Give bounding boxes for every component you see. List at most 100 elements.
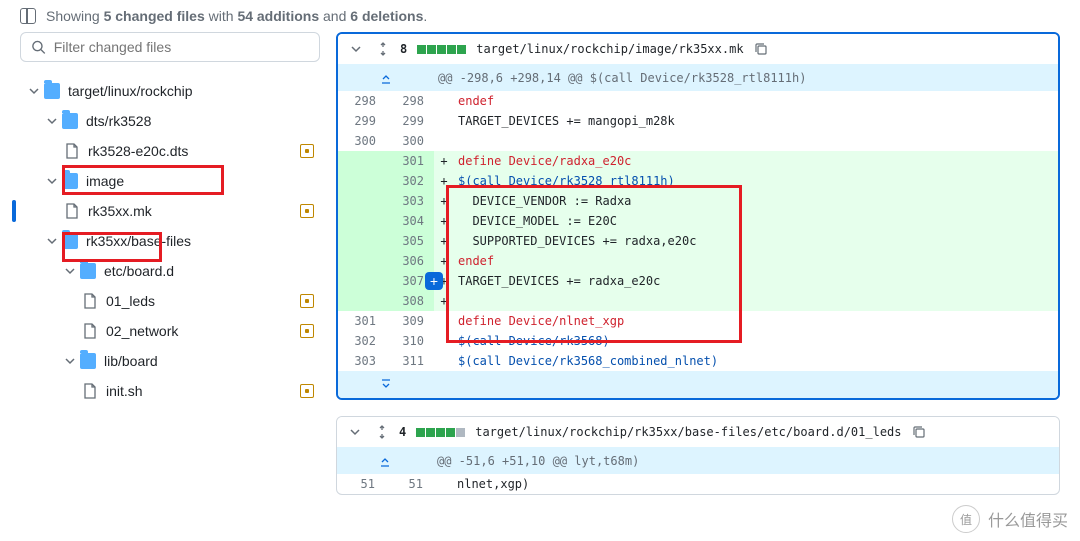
search-input[interactable]	[54, 39, 309, 55]
code-content: DEVICE_MODEL := E20C	[454, 211, 1058, 231]
modified-badge	[300, 324, 314, 338]
line-num-new: 300	[386, 131, 434, 151]
filter-search[interactable]	[20, 32, 320, 62]
code-content: define Device/radxa_e20c	[454, 151, 1058, 171]
tree-file[interactable]: init.sh	[20, 376, 320, 406]
copy-icon[interactable]	[754, 42, 768, 56]
expand-up-icon	[378, 454, 392, 468]
summary-text: Showing 5 changed files with 54 addition…	[46, 8, 427, 24]
expand-up-icon	[379, 71, 393, 85]
tree-file[interactable]: 02_network	[20, 316, 320, 346]
diff-header[interactable]: 4 target/linux/rockchip/rk35xx/base-file…	[337, 417, 1059, 447]
diff-line[interactable]: 308+	[338, 291, 1058, 311]
diff-marker	[434, 111, 454, 131]
hunk-expand[interactable]: @@ -51,6 +51,10 @@ lyt,t68m)	[337, 447, 1059, 474]
modified-badge	[300, 144, 314, 158]
line-num-new: 308	[386, 291, 434, 311]
code-content	[454, 291, 1058, 311]
line-num-new: 311	[386, 351, 434, 371]
line-num-new: 305	[386, 231, 434, 251]
tree-folder[interactable]: dts/rk3528	[20, 106, 320, 136]
diff-line[interactable]: 303+ DEVICE_VENDOR := Radxa	[338, 191, 1058, 211]
code-content: $(call Device/rk3568)	[454, 331, 1058, 351]
diff-marker: +	[434, 151, 454, 171]
diff-line[interactable]: 301+define Device/radxa_e20c	[338, 151, 1058, 171]
tree-file[interactable]: 01_leds	[20, 286, 320, 316]
line-num-old	[338, 291, 386, 311]
diff-marker	[434, 331, 454, 351]
file-icon	[82, 383, 98, 399]
diff-line[interactable]: 303311 $(call Device/rk3568_combined_nln…	[338, 351, 1058, 371]
code-content: endef	[454, 91, 1058, 111]
expand-icon[interactable]	[375, 425, 389, 439]
diff-line[interactable]: 299299 TARGET_DEVICES += mangopi_m28k	[338, 111, 1058, 131]
diff-marker: +	[434, 251, 454, 271]
diff-line[interactable]: 305+ SUPPORTED_DEVICES += radxa,e20c	[338, 231, 1058, 251]
folder-icon	[62, 113, 78, 129]
hunk-expand[interactable]	[338, 371, 1058, 398]
diff-marker	[434, 91, 454, 111]
diff-header[interactable]: 8 target/linux/rockchip/image/rk35xx.mk	[338, 34, 1058, 64]
diff-line[interactable]: 298298 endef	[338, 91, 1058, 111]
diff-line[interactable]: 301309 define Device/nlnet_xgp	[338, 311, 1058, 331]
line-num-old	[338, 231, 386, 251]
line-num-new: 301	[386, 151, 434, 171]
line-num-new: 306	[386, 251, 434, 271]
line-num-old	[338, 191, 386, 211]
line-num-new: 298	[386, 91, 434, 111]
file-path[interactable]: target/linux/rockchip/image/rk35xx.mk	[476, 42, 743, 56]
hunk-expand[interactable]: @@ -298,6 +298,14 @@ $(call Device/rk352…	[338, 64, 1058, 91]
file-icon	[64, 203, 80, 219]
tree-folder[interactable]: target/linux/rockchip	[20, 76, 320, 106]
line-num-new: 299	[386, 111, 434, 131]
line-num-new: 310	[386, 331, 434, 351]
line-num-new: 309	[386, 311, 434, 331]
code-content: DEVICE_VENDOR := Radxa	[454, 191, 1058, 211]
diff-main: 8 target/linux/rockchip/image/rk35xx.mk …	[336, 32, 1060, 528]
tree-folder[interactable]: rk35xx/base-files	[20, 226, 320, 256]
search-icon	[31, 39, 46, 55]
chevron-down-icon	[28, 85, 40, 97]
code-content: $(call Device/rk3528_rtl8111h)	[454, 171, 1058, 191]
line-num-old: 299	[338, 111, 386, 131]
diff-line[interactable]: 302+$(call Device/rk3528_rtl8111h)	[338, 171, 1058, 191]
file-path[interactable]: target/linux/rockchip/rk35xx/base-files/…	[475, 425, 901, 439]
tree-folder[interactable]: image	[20, 166, 320, 196]
diff-line[interactable]: 5151 nlnet,xgp)	[337, 474, 1059, 494]
copy-icon[interactable]	[912, 425, 926, 439]
diff-marker	[433, 474, 453, 494]
diff-line[interactable]: 304+ DEVICE_MODEL := E20C	[338, 211, 1058, 231]
diff-line[interactable]: 307+TARGET_DEVICES += radxa_e20c	[338, 271, 1058, 291]
diff-line[interactable]: 306+endef	[338, 251, 1058, 271]
line-num-old: 301	[338, 311, 386, 331]
sidebar-toggle-icon[interactable]	[20, 8, 36, 24]
diff-line[interactable]: 300300	[338, 131, 1058, 151]
folder-icon	[62, 173, 78, 189]
line-num-new: 304	[386, 211, 434, 231]
line-num-old	[338, 211, 386, 231]
line-num-old: 302	[338, 331, 386, 351]
code-content: TARGET_DEVICES += mangopi_m28k	[454, 111, 1058, 131]
line-num-old: 303	[338, 351, 386, 371]
hunk-header: @@ -298,6 +298,14 @@ $(call Device/rk352…	[434, 71, 1058, 85]
line-num-old	[338, 271, 386, 291]
add-comment-button[interactable]: +	[425, 272, 443, 290]
tree-folder[interactable]: lib/board	[20, 346, 320, 376]
line-num-old	[338, 151, 386, 171]
chevron-down-icon	[46, 175, 58, 187]
tree-file[interactable]: rk3528-e20c.dts	[20, 136, 320, 166]
diff-line[interactable]: 302310 $(call Device/rk3568)	[338, 331, 1058, 351]
diff-file: 4 target/linux/rockchip/rk35xx/base-file…	[336, 416, 1060, 495]
modified-badge	[300, 204, 314, 218]
expand-icon[interactable]	[376, 42, 390, 56]
file-tree: target/linux/rockchip dts/rk3528 rk3528-…	[20, 76, 320, 406]
file-icon	[64, 143, 80, 159]
modified-badge	[300, 294, 314, 308]
code-content: SUPPORTED_DEVICES += radxa,e20c	[454, 231, 1058, 251]
tree-folder[interactable]: etc/board.d	[20, 256, 320, 286]
summary-header: Showing 5 changed files with 54 addition…	[0, 0, 1080, 32]
file-icon	[82, 323, 98, 339]
chevron-down-icon	[46, 115, 58, 127]
expand-down-icon	[379, 378, 393, 392]
tree-file-active[interactable]: rk35xx.mk	[20, 196, 320, 226]
